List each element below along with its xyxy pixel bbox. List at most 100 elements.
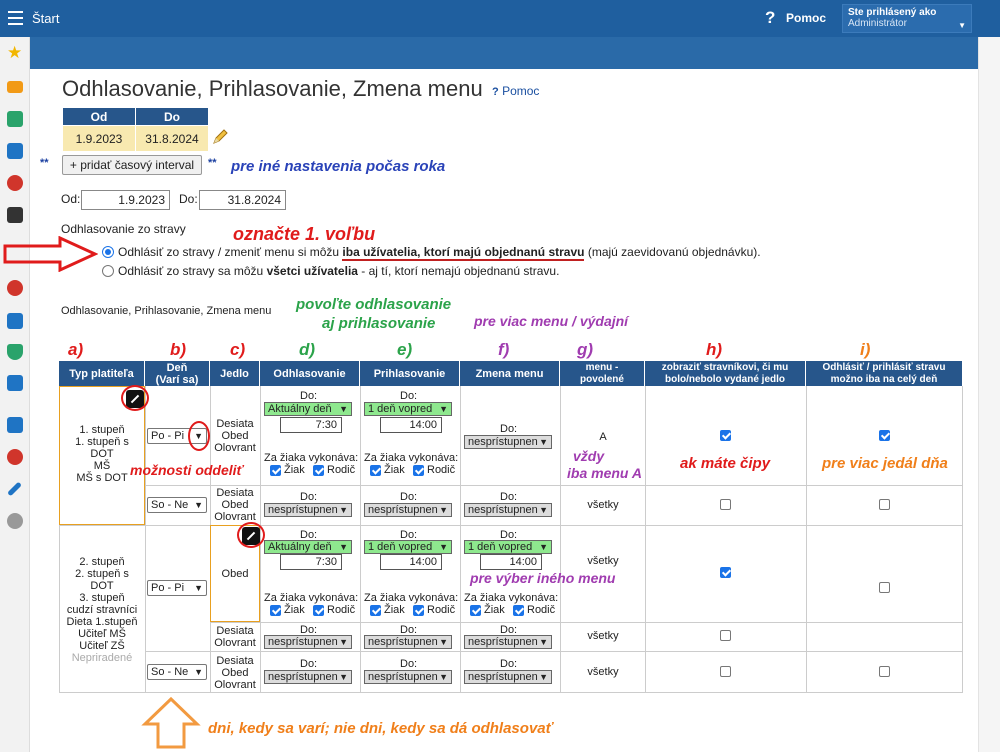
star-icon[interactable]: ★ (7, 44, 23, 61)
filter-do-input[interactable]: 31.8.2024 (199, 190, 286, 210)
filter-do-label: Do: (179, 192, 198, 206)
badge-icon[interactable] (7, 280, 23, 296)
do-label: Do: (300, 491, 318, 503)
briefcase-icon[interactable] (7, 313, 23, 329)
whole-day-checkbox[interactable] (879, 582, 890, 593)
whole-day-checkbox[interactable] (879, 499, 890, 510)
day-select-popi-2[interactable]: Po - Pi ▼ (147, 580, 207, 596)
zmena-select-value: 1 deň vopred (468, 541, 533, 553)
add-interval-button[interactable]: + pridať časový interval (62, 155, 202, 175)
note-allow: povoľte odhlasovanie (296, 296, 452, 313)
whole-day-checkbox[interactable] (879, 430, 890, 441)
prihl-time[interactable]: 14:00 (380, 554, 442, 570)
ziak-label: Žiak (284, 604, 305, 616)
zmena-time[interactable]: 14:00 (480, 554, 542, 570)
rodic-checkbox[interactable] (513, 605, 524, 616)
group2-types: 2. stupeň 2. stupeň s DOT 3. stupeň cudz… (60, 556, 144, 664)
ziak-checkbox[interactable] (270, 465, 281, 476)
gear-icon[interactable] (7, 513, 23, 529)
edit-pencil-icon[interactable] (210, 127, 230, 147)
do-label: Do: (300, 658, 318, 670)
col-cely-1: Odhlásiť / prihlásiť stravu (822, 361, 946, 373)
show-served-checkbox[interactable] (720, 630, 731, 641)
option1-text-b: iba užívatelia, ktorí majú objednanú str… (342, 245, 585, 261)
odhl-select[interactable]: Aktuálny deň ▼ (264, 540, 352, 554)
ziak-checkbox[interactable] (270, 605, 281, 616)
option2-text-a: Odhlásiť zo stravy sa môžu (118, 264, 264, 278)
day-select-sone-1[interactable]: So - Ne ▼ (147, 497, 207, 513)
prihl-select[interactable]: 1 deň vopred ▼ (364, 540, 452, 554)
help-question-icon: ? (492, 86, 499, 98)
rodic-checkbox[interactable] (413, 465, 424, 476)
prihl-select[interactable]: 1 deň vopred ▼ (364, 402, 452, 416)
home-icon[interactable] (7, 111, 23, 127)
help-page-link[interactable]: ? Pomoc (492, 84, 539, 98)
radio-ordered-only[interactable] (102, 246, 114, 258)
odhl-select-value: nesprístupnen (268, 636, 338, 648)
chart-icon[interactable] (7, 375, 23, 391)
interval-od-value[interactable]: 1.9.2023 (62, 125, 136, 152)
help-link[interactable]: Pomoc (786, 11, 826, 25)
show-served-checkbox[interactable] (720, 567, 731, 578)
show-served-checkbox[interactable] (720, 666, 731, 677)
odhl-select[interactable]: nesprístupnen ▼ (264, 503, 352, 517)
letter-g: g) (577, 340, 594, 359)
zmena-select[interactable]: nesprístupnen ▼ (464, 435, 552, 449)
radio-all-users[interactable] (102, 265, 114, 277)
letter-i: i) (860, 340, 871, 359)
odhl-select[interactable]: nesprístupnen ▼ (264, 635, 352, 649)
ziak-label: Žiak (484, 604, 505, 616)
odhl-time[interactable]: 7:30 (280, 554, 342, 570)
interval-col-od: Od (62, 107, 136, 126)
odhl-time[interactable]: 7:30 (280, 417, 342, 433)
menu-allowed: A (599, 431, 607, 443)
book-icon[interactable] (7, 143, 23, 159)
zmena-select[interactable]: nesprístupnen ▼ (464, 635, 552, 649)
ziak-checkbox[interactable] (370, 605, 381, 616)
show-served-checkbox[interactable] (720, 430, 731, 441)
library-icon[interactable] (7, 417, 23, 433)
start-link[interactable]: Štart (32, 11, 59, 26)
note-first-choice: označte 1. voľbu (233, 224, 376, 244)
prihl-time[interactable]: 14:00 (380, 417, 442, 433)
user-dropdown[interactable]: Ste prihlásený ako Administrátor ▼ (842, 4, 972, 33)
rodic-checkbox[interactable] (313, 465, 324, 476)
rodic-checkbox[interactable] (413, 605, 424, 616)
type-5: cudzí stravníci (66, 604, 138, 616)
hamburger-menu-icon[interactable] (8, 11, 23, 25)
col-odhlasovanie: Odhlasovanie (260, 361, 360, 386)
chevron-down-icon: ▼ (339, 404, 348, 414)
zmena-select[interactable]: 1 deň vopred ▼ (464, 540, 552, 554)
ziak-checkbox[interactable] (470, 605, 481, 616)
col-zobr-1: zobraziť stravníkovi, či mu (661, 361, 789, 373)
show-served-checkbox[interactable] (720, 499, 731, 510)
zmena-select[interactable]: nesprístupnen ▼ (464, 670, 552, 684)
sub-bar (30, 37, 978, 69)
prihl-select[interactable]: nesprístupnen ▼ (364, 635, 452, 649)
calendar-icon[interactable] (7, 207, 23, 223)
mail-icon[interactable] (7, 81, 23, 93)
day-select-sone-2[interactable]: So - Ne ▼ (147, 664, 207, 680)
prihl-select[interactable]: nesprístupnen ▼ (364, 670, 452, 684)
prihl-select[interactable]: nesprístupnen ▼ (364, 503, 452, 517)
interval-do-value[interactable]: 31.8.2024 (135, 125, 209, 152)
performs-label: Za žiaka vykonáva: (264, 592, 359, 604)
help-page-label: Pomoc (502, 84, 540, 98)
performs-label: Za žiaka vykonáva: (364, 592, 459, 604)
help-icon[interactable]: ? (765, 8, 775, 28)
user-icon[interactable] (7, 175, 23, 191)
stars-right: ** (208, 157, 217, 169)
odhl-select[interactable]: Aktuálny deň ▼ (264, 402, 352, 416)
scrollbar[interactable] (978, 37, 1000, 752)
filter-od-input[interactable]: 1.9.2023 (81, 190, 170, 210)
type-2: 1. stupeň s (75, 436, 129, 448)
zmena-select[interactable]: nesprístupnen ▼ (464, 503, 552, 517)
chat-icon[interactable] (7, 449, 23, 465)
filter-od-label: Od: (61, 192, 81, 206)
pen-icon[interactable] (7, 481, 22, 497)
whole-day-checkbox[interactable] (879, 666, 890, 677)
odhl-select[interactable]: nesprístupnen ▼ (264, 670, 352, 684)
rodic-checkbox[interactable] (313, 605, 324, 616)
ziak-checkbox[interactable] (370, 465, 381, 476)
shield-icon[interactable] (7, 344, 23, 360)
